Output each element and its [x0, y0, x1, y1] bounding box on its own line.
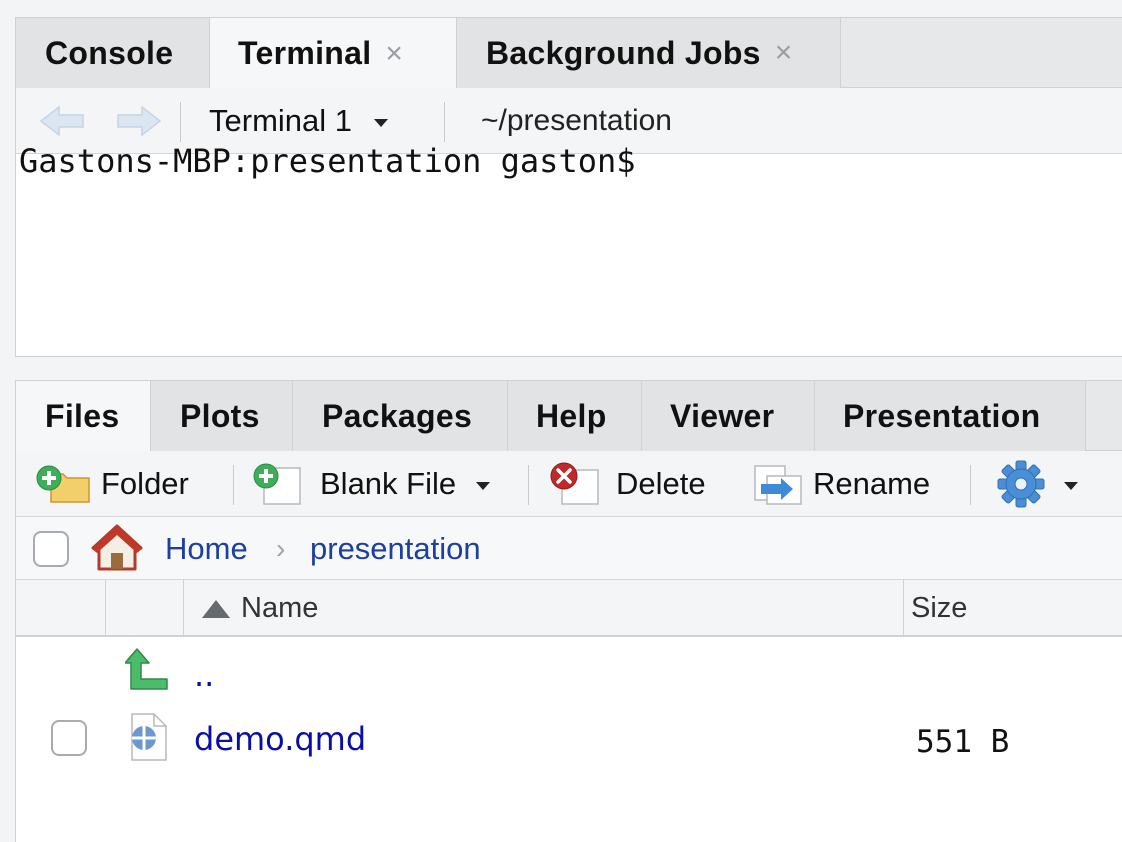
row-checkbox[interactable] [51, 720, 87, 756]
new-folder-icon [36, 465, 90, 503]
more-options-button[interactable] [996, 451, 1078, 517]
select-all-checkbox[interactable] [33, 531, 69, 567]
breadcrumb: Home › presentation [16, 517, 1122, 580]
tab-plots-label: Plots [180, 397, 260, 434]
files-toolbar: Folder Blank File Delete Rename [16, 451, 1122, 517]
table-row[interactable]: .. [16, 641, 1122, 707]
close-icon[interactable]: × [775, 36, 793, 70]
tab-plots[interactable]: Plots [151, 381, 293, 451]
size-column-label: Size [911, 592, 968, 624]
chevron-down-icon [476, 482, 491, 490]
tab-background-jobs-label: Background Jobs [486, 34, 761, 71]
home-icon[interactable] [90, 523, 144, 573]
tab-terminal-label: Terminal [238, 35, 372, 71]
sort-ascending-icon [202, 599, 230, 618]
tab-terminal[interactable]: Terminal × [210, 18, 457, 89]
chevron-down-icon [1064, 482, 1078, 490]
tab-packages-label: Packages [322, 397, 473, 434]
gear-icon [997, 460, 1045, 508]
file-name-link[interactable]: demo.qmd [194, 720, 366, 758]
blank-file-button[interactable]: Blank File [250, 451, 491, 517]
chevron-down-icon [374, 119, 388, 127]
file-list-header: Name Size [16, 580, 1122, 637]
tab-packages[interactable]: Packages [293, 381, 508, 451]
rename-label: Rename [813, 466, 931, 501]
rename-icon [754, 465, 802, 505]
name-column-header[interactable]: Name [201, 580, 318, 637]
files-pane: Files Plots Packages Help Viewer Present… [15, 380, 1122, 842]
breadcrumb-home[interactable]: Home [165, 517, 248, 580]
delete-icon [550, 462, 599, 505]
tab-viewer-label: Viewer [670, 397, 775, 434]
up-arrow-icon [125, 648, 168, 690]
tab-help-label: Help [536, 397, 607, 434]
tab-help[interactable]: Help [508, 381, 642, 451]
top-tabbar: Console Terminal × Background Jobs × [16, 18, 1122, 89]
table-row[interactable]: demo.qmd 551 B [16, 708, 1122, 774]
new-folder-label: Folder [101, 466, 189, 501]
tab-console[interactable]: Console [16, 18, 210, 88]
tab-background-jobs[interactable]: Background Jobs × [457, 18, 841, 88]
tab-presentation[interactable]: Presentation [815, 381, 1086, 451]
blank-file-icon [253, 463, 301, 505]
delete-label: Delete [616, 466, 706, 501]
parent-directory-link[interactable]: .. [194, 656, 214, 694]
tab-files[interactable]: Files [16, 381, 151, 452]
delete-button[interactable]: Delete [546, 451, 706, 517]
file-size: 551 B [916, 724, 1010, 760]
forward-arrow-icon[interactable] [116, 104, 162, 138]
quarto-file-icon [131, 713, 167, 761]
tab-presentation-label: Presentation [843, 397, 1041, 434]
size-column-header[interactable]: Size [911, 580, 967, 637]
blank-file-label: Blank File [320, 466, 457, 501]
tab-viewer[interactable]: Viewer [642, 381, 815, 451]
rename-button[interactable]: Rename [751, 451, 930, 517]
close-icon[interactable]: × [385, 37, 403, 71]
tab-files-label: Files [45, 398, 120, 434]
bottom-tabbar: Files Plots Packages Help Viewer Present… [16, 381, 1122, 452]
name-column-label: Name [241, 592, 319, 624]
terminal-pane: Console Terminal × Background Jobs × Ter… [15, 17, 1122, 357]
tab-console-label: Console [45, 34, 174, 71]
terminal-prompt[interactable]: Gastons-MBP:presentation gaston$ [19, 142, 636, 180]
working-directory-label: ~/presentation [481, 104, 672, 137]
breadcrumb-separator: › [276, 532, 286, 564]
breadcrumb-current[interactable]: presentation [310, 517, 481, 580]
terminal-selector-label: Terminal 1 [209, 103, 352, 138]
back-arrow-icon[interactable] [39, 104, 85, 138]
new-folder-button[interactable]: Folder [35, 451, 189, 517]
